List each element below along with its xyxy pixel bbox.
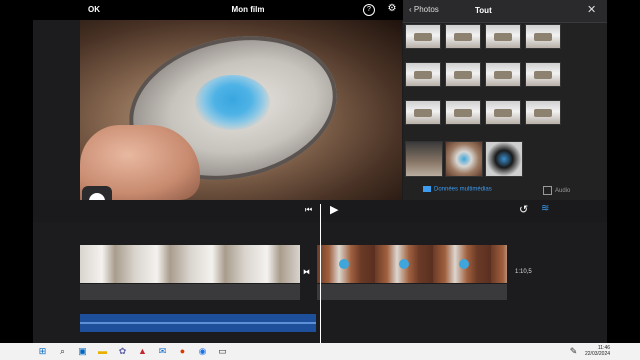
windows-taskbar: ⊞ ⌕ ▣ ▬ ✿ ▲ ✉ ● ◉ ▭ ✎ 11:46 22/03/2024: [0, 343, 640, 360]
ok-button[interactable]: OK: [88, 5, 100, 14]
tab-audio-label: Audio: [555, 188, 571, 195]
media-thumbnail[interactable]: [525, 24, 561, 49]
file-explorer-icon[interactable]: ▬: [97, 346, 108, 357]
media-thumbnail[interactable]: [445, 100, 481, 125]
project-title: Mon film: [231, 5, 265, 14]
audio-waveform: [80, 322, 316, 324]
back-label: Photos: [413, 5, 439, 14]
pdf-icon[interactable]: ▲: [137, 346, 148, 357]
clock[interactable]: 11:46 22/03/2024: [585, 345, 610, 357]
tab-audio[interactable]: Audio: [543, 186, 570, 195]
top-bar: OK Mon film ? ⚙: [33, 0, 403, 20]
close-icon[interactable]: ✕: [587, 3, 596, 16]
media-thumbnail-dish[interactable]: [445, 141, 483, 177]
chrome-icon[interactable]: ◉: [197, 346, 208, 357]
video-preview[interactable]: [80, 20, 402, 200]
media-icon: [423, 186, 431, 192]
media-thumbnail[interactable]: [405, 62, 441, 87]
teams-icon[interactable]: ✿: [117, 346, 128, 357]
clip-frame-dot: [459, 259, 469, 269]
clip-duration: 1:10,5: [515, 269, 532, 275]
media-thumbnail[interactable]: [405, 100, 441, 125]
media-thumbnail[interactable]: [405, 24, 441, 49]
tab-media-label: Données multimédias: [434, 186, 492, 193]
audio-waveform-icon[interactable]: ≋: [541, 203, 549, 214]
media-browser-header: ‹ Photos Tout ✕: [403, 0, 607, 23]
skip-to-start-icon[interactable]: ⏮: [305, 205, 312, 215]
media-app-icon[interactable]: ▭: [217, 346, 228, 357]
windows-start-icon[interactable]: ⊞: [37, 346, 48, 357]
help-icon[interactable]: ?: [363, 4, 375, 16]
media-thumbnail[interactable]: [485, 100, 521, 125]
media-browser-tabs: Données multimédias Audio: [403, 180, 607, 200]
video-clip-2[interactable]: [317, 245, 507, 283]
clip-1-subtrack: [80, 284, 300, 300]
pen-icon[interactable]: ✎: [568, 346, 579, 357]
clock-date: 22/03/2024: [585, 351, 611, 357]
back-button[interactable]: ‹ Photos: [409, 5, 439, 14]
media-thumbnail[interactable]: [525, 100, 561, 125]
media-thumbnail[interactable]: [445, 24, 481, 49]
blue-powder-image: [195, 75, 270, 130]
media-thumbnail[interactable]: [445, 62, 481, 87]
tab-media[interactable]: Données multimédias: [423, 186, 492, 193]
video-clip-1[interactable]: [80, 245, 300, 283]
media-thumbnail[interactable]: [485, 24, 521, 49]
audio-track[interactable]: [80, 314, 316, 332]
playhead[interactable]: [320, 204, 321, 343]
clip-frame-dot: [399, 259, 409, 269]
outlook-icon[interactable]: ✉: [157, 346, 168, 357]
search-icon[interactable]: ⌕: [57, 346, 68, 357]
media-browser: ‹ Photos Tout ✕ Données multimédias Audi…: [403, 0, 607, 200]
task-view-icon[interactable]: ▣: [77, 346, 88, 357]
transition-icon[interactable]: ⧓: [303, 268, 310, 276]
media-thumbnail-tablet[interactable]: [485, 141, 523, 177]
settings-gear-icon[interactable]: ⚙: [387, 4, 397, 14]
undo-icon[interactable]: ↺: [519, 203, 528, 216]
media-thumbnail[interactable]: [485, 62, 521, 87]
clip-frame-dot: [339, 259, 349, 269]
audio-icon: [543, 186, 552, 195]
clip-2-subtrack: [317, 284, 507, 300]
imovie-app: OK Mon film ? ⚙ ‹ Photos Tout ✕ Données …: [0, 0, 640, 343]
media-thumbnail-video[interactable]: [405, 141, 443, 177]
play-icon[interactable]: ▶: [330, 203, 338, 216]
browser-title: Tout: [475, 6, 492, 15]
media-thumbnail[interactable]: [525, 62, 561, 87]
app-icon[interactable]: ●: [177, 346, 188, 357]
